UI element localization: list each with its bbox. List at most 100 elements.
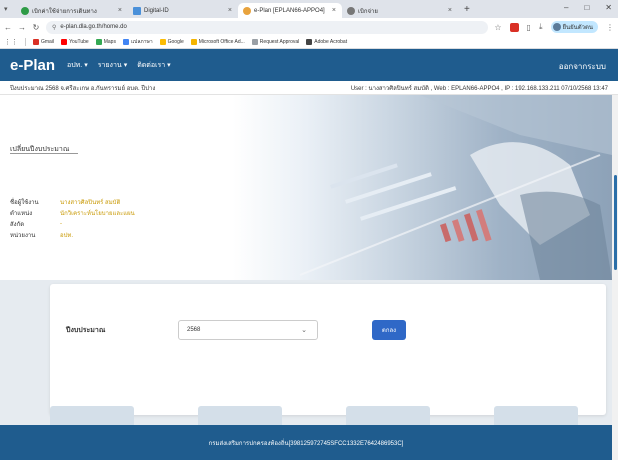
info-value: อปท.	[60, 232, 74, 239]
bookmark-google[interactable]: Google	[159, 39, 184, 45]
tab-search-chevron-icon[interactable]: ▾	[4, 5, 16, 13]
bookmark-translate[interactable]: แปลภาษา	[122, 38, 153, 46]
budget-year-label: ปีงบประมาณ	[66, 326, 106, 334]
menu-item-reports[interactable]: รายงาน ▾	[98, 60, 127, 71]
youtube-icon	[61, 39, 68, 45]
tab-label: เบิกจ่าย	[358, 8, 378, 15]
green-app-icon	[21, 6, 29, 15]
tab-label: เบิกค่าใช้จ่ายการเดินทาง	[32, 8, 97, 15]
globe-icon	[306, 39, 313, 45]
google-icon	[159, 39, 166, 45]
info-row-unit: หน่วยงาน อปท.	[10, 229, 135, 240]
menu-tile[interactable]	[494, 406, 578, 425]
profile-label: ยืนยันตัวตน	[562, 25, 594, 31]
window-controls: – □ ✕	[564, 3, 612, 12]
info-row-position: ตำแหน่ง นักวิเคราะห์นโยบายและแผน	[10, 207, 135, 218]
close-icon[interactable]: ×	[118, 7, 122, 14]
hero-chart-photo	[299, 95, 612, 280]
browser-tab[interactable]: เบิกค่าใช้จ่ายการเดินทาง ×	[16, 3, 128, 18]
reload-icon[interactable]: ↻	[32, 23, 40, 32]
menu-tile[interactable]	[198, 406, 282, 425]
site-settings-icon[interactable]: ⚲	[52, 24, 56, 31]
extensions-icon[interactable]: ▯	[527, 23, 531, 32]
info-row-affiliation: สังกัด -	[10, 218, 135, 229]
close-window-icon[interactable]: ✕	[605, 3, 612, 12]
scrollbar-thumb[interactable]	[614, 175, 617, 270]
bookmark-label: Microsoft Office Ad...	[198, 39, 245, 45]
app-header: e-Plan อปท. ▾ รายงาน ▾ ติดต่อเรา ▾ ออกจากระ…	[0, 49, 618, 81]
folder-icon	[190, 39, 197, 45]
minimize-icon[interactable]: –	[564, 3, 568, 12]
menu-tiles-row	[0, 406, 612, 425]
footer-text: กรมส่งเสริมการปกครองท้องถิ่น[39812597274…	[208, 440, 404, 447]
selected-year: 2568	[187, 327, 201, 333]
maps-icon	[95, 39, 102, 45]
bookmarks-bar: ⋮⋮ Gmail YouTube Maps แปลภาษา Google Mic…	[0, 36, 618, 49]
star-icon[interactable]: ☆	[494, 23, 501, 32]
forward-arrow-icon[interactable]: →	[18, 23, 26, 32]
info-label: ตำแหน่ง	[10, 210, 33, 217]
eplan-icon	[243, 6, 251, 15]
bookmark-gmail[interactable]: Gmail	[33, 39, 54, 45]
budget-year-form: ปีงบประมาณ 2568 ⌄ ตกลง	[66, 320, 406, 340]
bookmark-label: แปลภาษา	[130, 39, 153, 45]
menu-label: อปท.	[67, 61, 83, 69]
apps-grid-icon[interactable]: ⋮⋮	[4, 38, 18, 46]
user-session-info: User : นางสาวศิลปินทร์ สมบัติ , Web : EP…	[350, 85, 608, 92]
browser-tab[interactable]: เบิกจ่าย ×	[342, 3, 458, 18]
bookmark-label: Request Approval	[259, 39, 300, 45]
menu-item-contact[interactable]: ติดต่อเรา ▾	[137, 60, 170, 71]
url-input[interactable]: ⚲ e-plan.dla.go.th/home.do	[46, 20, 489, 34]
info-row-username: ชื่อผู้ใช้งาน นางสาวศิลปินทร์ สมบัติ	[10, 196, 135, 207]
title-underline	[10, 153, 78, 154]
globe-icon	[347, 6, 355, 15]
browser-tab-active[interactable]: e-Plan [EPLAN66-APPO4] ×	[238, 3, 342, 18]
hero-banner: เปลี่ยนปีงบประมาณ ชื่อผู้ใช้งาน นางสาวศิล…	[0, 95, 612, 280]
url-text: e-plan.dla.go.th/home.do	[60, 24, 127, 30]
menu-label: รายงาน	[97, 61, 122, 69]
kebab-menu-icon[interactable]: ⋮	[606, 23, 614, 32]
close-icon[interactable]: ×	[448, 7, 452, 14]
budget-year-card	[50, 284, 606, 415]
address-bar-row: ← → ↻ ⚲ e-plan.dla.go.th/home.do ☆ ▯ ⤓ ย…	[0, 18, 618, 36]
info-label: ชื่อผู้ใช้งาน	[10, 199, 39, 206]
maximize-icon[interactable]: □	[584, 3, 589, 12]
browser-tab[interactable]: Digital-ID ×	[128, 3, 238, 18]
budget-year-select[interactable]: 2568 ⌄	[178, 320, 318, 340]
menu-tile[interactable]	[50, 406, 134, 425]
bookmark-request-approval[interactable]: Request Approval	[251, 39, 300, 45]
bookmark-office-ad[interactable]: Microsoft Office Ad...	[190, 39, 245, 45]
bookmark-label: Google	[167, 39, 184, 45]
menu-label: ติดต่อเรา	[137, 61, 166, 69]
chevron-down-icon: ▾	[167, 62, 171, 69]
content-area: ปีงบประมาณ 2568 ⌄ ตกลง	[0, 280, 612, 425]
menu-item-org[interactable]: อปท. ▾	[67, 60, 88, 71]
close-icon[interactable]: ×	[332, 7, 336, 14]
pdf-extension-icon[interactable]	[509, 22, 519, 32]
chevron-down-icon: ⌄	[301, 327, 307, 334]
bookmark-label: Gmail	[41, 39, 55, 45]
menu-tile[interactable]	[346, 406, 430, 425]
session-info-bar: ปีงบประมาณ 2568 จ.ศรีสะเกษ อ.กันทรารมย์ …	[0, 81, 618, 95]
new-tab-plus-icon[interactable]: +	[458, 4, 476, 15]
info-value: นางสาวศิลปินทร์ สมบัติ	[60, 199, 121, 206]
app-logo[interactable]: e-Plan	[10, 57, 55, 74]
download-icon[interactable]: ⤓	[539, 22, 543, 32]
close-icon[interactable]: ×	[228, 7, 232, 14]
divider	[25, 38, 26, 46]
scrollbar-track-bottom	[612, 425, 618, 460]
tab-label: e-Plan [EPLAN66-APPO4]	[254, 7, 325, 14]
bookmark-youtube[interactable]: YouTube	[61, 39, 89, 45]
doc-icon	[133, 6, 141, 15]
info-label: สังกัด	[10, 221, 25, 228]
logout-link[interactable]: ออกจากระบบ	[559, 60, 606, 73]
profile-button[interactable]: ยืนยันตัวตน	[550, 21, 598, 33]
ok-button[interactable]: ตกลง	[372, 320, 406, 340]
info-label: หน่วยงาน	[10, 232, 36, 239]
toolbar-icons: ☆ ▯ ⤓ ยืนยันตัวตน ⋮	[494, 21, 614, 33]
main-menu: อปท. ▾ รายงาน ▾ ติดต่อเรา ▾	[67, 60, 171, 71]
bookmark-label: YouTube	[69, 39, 89, 45]
bookmark-maps[interactable]: Maps	[95, 39, 116, 45]
bookmark-adobe[interactable]: Adobe Acrobat	[306, 39, 347, 45]
back-arrow-icon[interactable]: ←	[4, 23, 12, 32]
